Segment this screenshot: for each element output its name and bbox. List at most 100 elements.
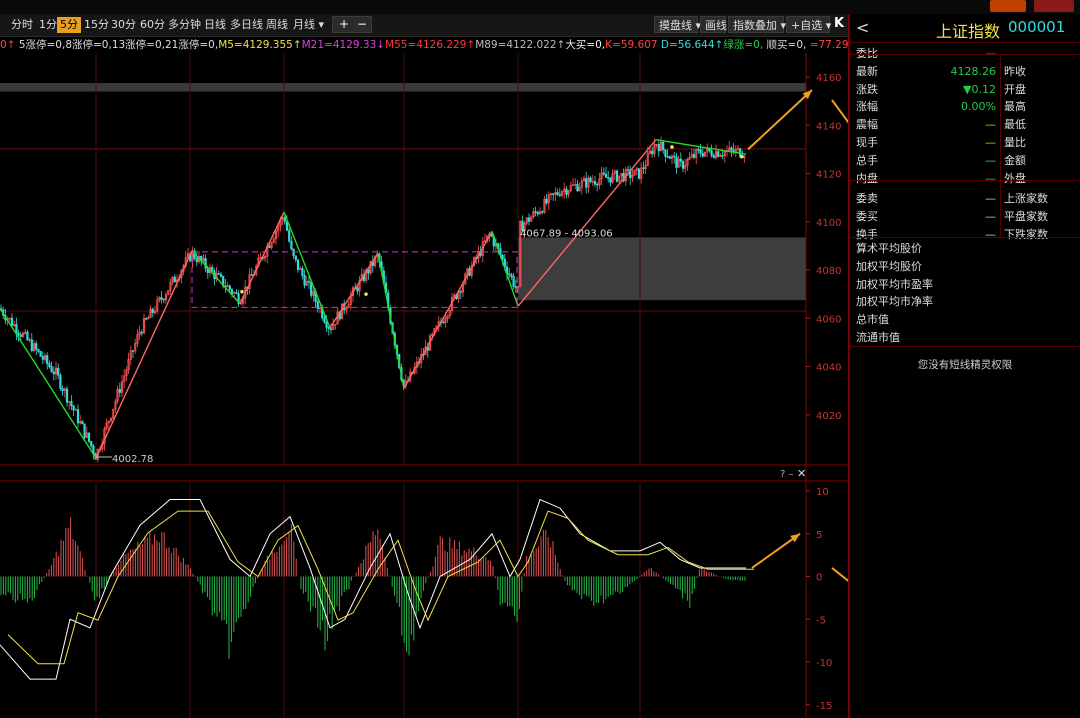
toolbar-button-1[interactable]: 画线	[700, 16, 727, 33]
quote-panel: < 上证指数 000001 委比—最新4128.26昨收涨跌▼0.12开盘涨幅0…	[848, 14, 1080, 718]
top-strip-button[interactable]	[1034, 0, 1074, 12]
y-tick-label: 4080	[816, 266, 841, 277]
candle-body	[512, 276, 515, 287]
period-tab-7[interactable]: 日线	[201, 17, 229, 33]
period-tab-4[interactable]: 30分	[108, 17, 139, 33]
indicator-value: K=59.607	[605, 39, 658, 51]
indicator-prefix: 0↑	[0, 39, 19, 51]
candle-body	[87, 432, 91, 442]
candle-body	[268, 246, 271, 248]
candle-body	[39, 351, 42, 357]
y-tick-label: 5	[816, 530, 822, 541]
candle-body	[70, 401, 73, 407]
index-code: 000001	[1008, 18, 1066, 36]
indicator-value: 顺买=0,	[766, 39, 807, 51]
period-tab-5[interactable]: 60分	[137, 17, 168, 33]
zigzag-segment	[403, 231, 493, 389]
zigzag-segment	[239, 211, 285, 305]
down-arrow-annotation	[831, 99, 848, 124]
zigzag-segment	[329, 252, 379, 329]
candle-body	[325, 321, 328, 328]
candle-body	[26, 331, 29, 341]
candle-body	[576, 183, 579, 192]
dea-line	[7, 510, 754, 665]
candle-body	[294, 255, 297, 260]
candle-body	[692, 154, 696, 158]
quote-value: —	[985, 172, 996, 185]
top-strip-button[interactable]	[990, 0, 1026, 12]
candle-body	[57, 367, 60, 376]
back-icon[interactable]: <	[856, 18, 869, 37]
candle-body	[228, 285, 231, 290]
indicator-value: M89=4122.022↑	[475, 39, 566, 51]
quote-label: 金额	[1004, 154, 1026, 167]
collapse-panel-button[interactable]: K	[834, 16, 844, 31]
no-permission-text: 您没有短线精灵权限	[917, 359, 1013, 371]
signal-marker	[240, 289, 244, 294]
candle-body	[59, 374, 62, 389]
quote-value: 4128.26	[950, 65, 997, 78]
quote-label: 平盘家数	[1004, 210, 1048, 223]
candle-body	[527, 217, 531, 222]
candle-body	[626, 169, 630, 171]
quote-label: 委卖	[856, 192, 878, 205]
candle-body	[329, 328, 333, 330]
candle-body	[118, 388, 121, 393]
candle-body	[662, 141, 665, 151]
zigzag-segment	[191, 250, 241, 305]
candle-body	[288, 230, 291, 242]
indicator-value: 绿涨=0,	[723, 39, 764, 51]
toolbar-button-0[interactable]: 摸盘线 ▾	[654, 16, 701, 33]
candle-body	[72, 405, 75, 411]
candle-body	[230, 289, 234, 294]
candle-body	[717, 151, 720, 157]
quote-value: —	[985, 228, 996, 241]
candle-body	[664, 149, 667, 157]
candle-body	[712, 155, 715, 158]
period-tab-10[interactable]: 月线 ▾	[290, 17, 327, 33]
period-tab-9[interactable]: 周线	[263, 17, 291, 33]
period-tab-8[interactable]: 多日线	[227, 17, 266, 33]
indicator-value: M5=4129.355↑	[218, 39, 302, 51]
candle-body	[602, 172, 605, 175]
top-strip	[0, 0, 1080, 14]
candle-body	[510, 274, 513, 277]
range-label: 4067.89 - 4093.06	[520, 228, 613, 239]
zoom-out-button[interactable]: −	[357, 17, 367, 32]
quote-label: 最低	[1004, 118, 1026, 131]
quote-label: 涨跌	[856, 83, 878, 96]
stat-label: 总市值	[856, 313, 889, 327]
toolbar-button-2[interactable]: 指数叠加 ▾	[728, 16, 786, 33]
period-tab-0[interactable]: 分时	[8, 17, 36, 33]
candle-body	[356, 287, 359, 292]
candle-body	[301, 268, 304, 276]
kline-chart[interactable]: 4160 4140 4120 4100 4080 4060 4040 4020 4002.78 4…	[0, 53, 848, 718]
zoom-in-button[interactable]: +	[339, 17, 349, 32]
zoom-controls: + −	[332, 16, 372, 33]
candle-body	[83, 423, 86, 438]
candle-body	[131, 350, 135, 352]
close-icon[interactable]: ✕	[797, 467, 806, 480]
signal-marker	[364, 292, 368, 296]
signal-marker	[670, 145, 674, 149]
candle-body	[195, 257, 198, 263]
period-tab-6[interactable]: 多分钟	[165, 17, 204, 33]
candle-body	[46, 355, 49, 364]
stat-label: 加权平均市盈率	[856, 277, 933, 291]
period-tab-2[interactable]: 5分	[57, 17, 81, 33]
candle-body	[162, 298, 165, 301]
quote-label: 最高	[1004, 100, 1026, 113]
y-tick-label: 4040	[816, 363, 841, 374]
candle-body	[283, 217, 286, 222]
y-tick-label: 4140	[816, 121, 841, 132]
toolbar-button-3[interactable]: +自选 ▾	[786, 16, 831, 33]
candle-body	[65, 388, 69, 403]
candle-body	[552, 193, 555, 195]
quote-value: —	[985, 154, 996, 167]
candle-body	[701, 153, 704, 157]
candle-body	[585, 178, 588, 188]
quote-label: 委买	[856, 210, 878, 223]
candle-body	[565, 188, 568, 195]
candle-body	[589, 177, 592, 182]
candle-body	[668, 156, 671, 159]
